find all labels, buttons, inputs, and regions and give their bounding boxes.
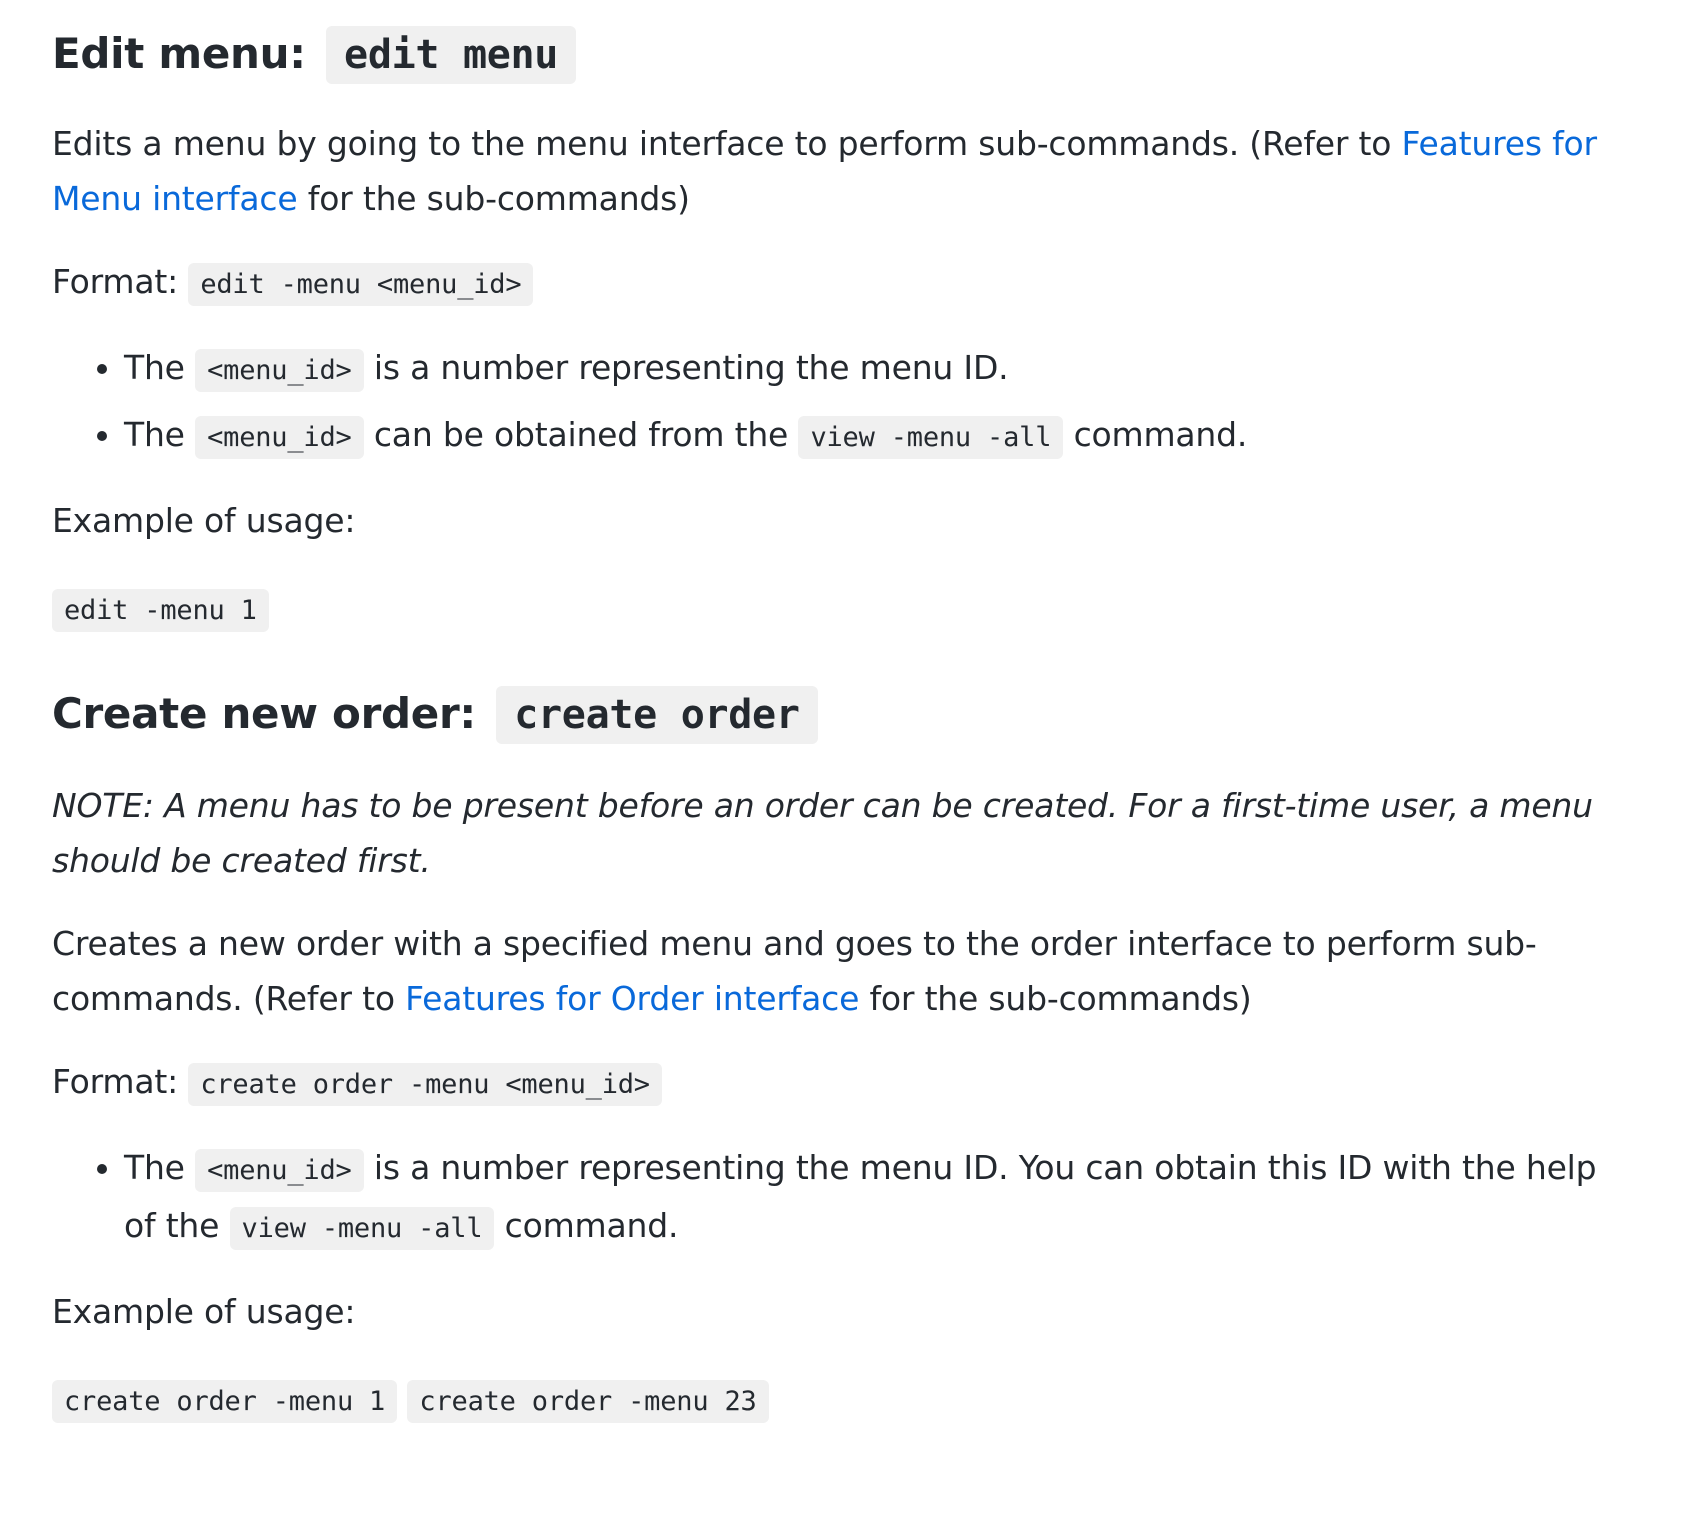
edit-menu-section: Edit menu: edit menu Edits a menu by goi… [52,18,1622,638]
bullet-text: The [124,415,196,454]
edit-menu-heading-text: Edit menu: [52,29,306,78]
list-item: The <menu_id> is a number representing t… [124,340,1622,398]
bullet-text: command. [1063,415,1248,454]
create-order-heading-code: create order [496,686,818,744]
bullet-text: The [124,1148,196,1187]
create-order-example-label: Example of usage: [52,1292,356,1331]
bullet-text: The [124,348,196,387]
edit-menu-bullet-list: The <menu_id> is a number representing t… [52,340,1622,465]
features-order-interface-link[interactable]: Features for Order interface [405,979,859,1018]
create-order-format-label: Format: [52,1062,189,1101]
create-order-heading-text: Create new order: [52,689,476,738]
list-item: The <menu_id> can be obtained from the v… [124,407,1622,465]
edit-menu-format-label: Format: [52,262,189,301]
edit-menu-example-label: Example of usage: [52,501,356,540]
create-order-description: Creates a new order with a specified men… [52,916,1622,1026]
create-order-section: Create new order: create order NOTE: A m… [52,678,1622,1429]
edit-menu-format: Format: edit -menu <menu_id> [52,254,1622,312]
edit-menu-desc-after: for the sub-commands) [297,179,690,218]
create-order-example-code-1: create order -menu 1 [52,1380,398,1423]
create-order-format-code: create order -menu <menu_id> [188,1063,662,1106]
edit-menu-description: Edits a menu by going to the menu interf… [52,116,1622,226]
create-order-examples: create order -menu 1 create order -menu … [52,1371,1622,1429]
create-order-format: Format: create order -menu <menu_id> [52,1054,1622,1112]
create-order-example-code-2: create order -menu 23 [407,1380,769,1423]
document-page: Edit menu: edit menu Edits a menu by goi… [0,0,1682,1520]
create-order-bullet-list: The <menu_id> is a number representing t… [52,1140,1622,1256]
edit-menu-example: edit -menu 1 [52,580,1622,638]
list-item: The <menu_id> is a number representing t… [124,1140,1622,1256]
edit-menu-desc-before: Edits a menu by going to the menu interf… [52,124,1402,163]
menu-id-code: <menu_id> [195,1149,364,1192]
edit-menu-format-code: edit -menu <menu_id> [188,263,534,306]
create-order-heading: Create new order: create order [52,678,1622,750]
bullet-text: is a number representing the menu ID. [363,348,1009,387]
menu-id-code: <menu_id> [195,416,364,459]
create-order-note: NOTE: A menu has to be present before an… [52,786,1593,880]
view-menu-all-code: view -menu -all [229,1207,495,1250]
menu-id-code: <menu_id> [195,349,364,392]
edit-menu-heading-code: edit menu [326,26,577,84]
view-menu-all-code: view -menu -all [798,416,1064,459]
bullet-text: command. [494,1206,679,1245]
bullet-text: can be obtained from the [363,415,799,454]
create-order-desc-after: for the sub-commands) [859,979,1252,1018]
edit-menu-example-code: edit -menu 1 [52,589,269,632]
edit-menu-heading: Edit menu: edit menu [52,18,1622,90]
